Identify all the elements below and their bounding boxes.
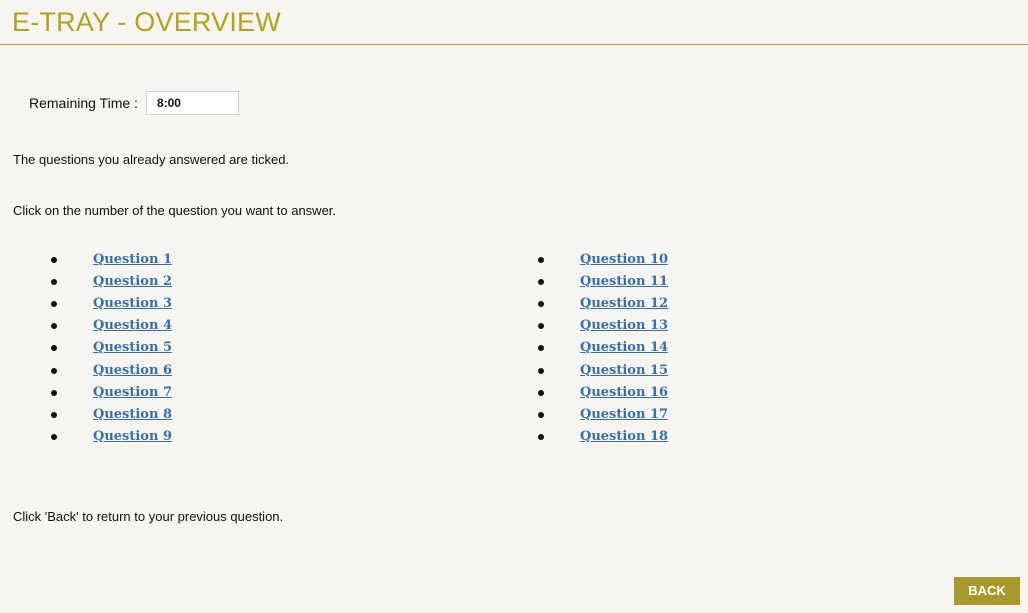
- page-header: E-TRAY - OVERVIEW: [0, 0, 1028, 45]
- question-4-link[interactable]: Question 4: [93, 318, 172, 334]
- question-17-link[interactable]: Question 17: [580, 407, 668, 423]
- list-item: Question 14: [538, 337, 668, 359]
- bullet-icon: [51, 323, 57, 330]
- list-item: Question 15: [538, 359, 668, 381]
- question-9-link[interactable]: Question 9: [93, 429, 172, 445]
- question-12-link[interactable]: Question 12: [580, 296, 668, 312]
- question-8-link[interactable]: Question 8: [93, 407, 172, 423]
- remaining-time: Remaining Time : 8:00: [29, 89, 239, 117]
- bullet-icon: [51, 367, 57, 374]
- list-item: Question 7: [51, 382, 172, 404]
- list-item: Question 3: [51, 293, 172, 315]
- answered-instruction: The questions you already answered are t…: [13, 152, 290, 167]
- list-item: Question 18: [538, 426, 668, 448]
- list-item: Question 9: [51, 426, 172, 448]
- question-16-link[interactable]: Question 16: [580, 385, 668, 401]
- bullet-icon: [538, 433, 544, 440]
- question-18-link[interactable]: Question 18: [580, 429, 668, 445]
- list-item: Question 1: [51, 249, 172, 271]
- back-button[interactable]: BACK: [954, 577, 1020, 605]
- bullet-icon: [538, 345, 544, 352]
- bullet-icon: [538, 301, 544, 308]
- bullet-icon: [51, 433, 57, 440]
- list-item: Question 5: [51, 337, 172, 359]
- bullet-icon: [51, 301, 57, 308]
- list-item: Question 2: [51, 271, 172, 293]
- list-item: Question 6: [51, 359, 172, 381]
- question-7-link[interactable]: Question 7: [93, 385, 172, 401]
- page-title: E-TRAY - OVERVIEW: [12, 7, 281, 37]
- bullet-icon: [51, 257, 57, 264]
- question-list-left: Question 1 Question 2 Question 3 Questio…: [51, 249, 172, 448]
- list-item: Question 4: [51, 315, 172, 337]
- question-5-link[interactable]: Question 5: [93, 340, 172, 356]
- list-item: Question 13: [538, 315, 668, 337]
- bullet-icon: [538, 367, 544, 374]
- question-1-link[interactable]: Question 1: [93, 252, 172, 268]
- remaining-time-value: 8:00: [145, 91, 239, 115]
- question-3-link[interactable]: Question 3: [93, 296, 172, 312]
- question-15-link[interactable]: Question 15: [580, 363, 668, 379]
- bullet-icon: [51, 345, 57, 352]
- bullet-icon: [538, 389, 544, 396]
- list-item: Question 16: [538, 382, 668, 404]
- question-6-link[interactable]: Question 6: [93, 363, 172, 379]
- back-instruction: Click 'Back' to return to your previous …: [13, 509, 284, 524]
- bullet-icon: [51, 279, 57, 286]
- remaining-time-label: Remaining Time :: [29, 95, 138, 111]
- list-item: Question 17: [538, 404, 668, 426]
- bullet-icon: [538, 257, 544, 264]
- list-item: Question 11: [538, 271, 668, 293]
- bullet-icon: [51, 389, 57, 396]
- question-list-right: Question 10 Question 11 Question 12 Ques…: [538, 249, 668, 448]
- bullet-icon: [538, 323, 544, 330]
- question-10-link[interactable]: Question 10: [580, 252, 668, 268]
- bullet-icon: [538, 411, 544, 418]
- bullet-icon: [538, 279, 544, 286]
- question-13-link[interactable]: Question 13: [580, 318, 668, 334]
- click-instruction: Click on the number of the question you …: [13, 203, 337, 218]
- bullet-icon: [51, 411, 57, 418]
- list-item: Question 12: [538, 293, 668, 315]
- list-item: Question 8: [51, 404, 172, 426]
- question-14-link[interactable]: Question 14: [580, 340, 668, 356]
- list-item: Question 10: [538, 249, 668, 271]
- question-2-link[interactable]: Question 2: [93, 274, 172, 290]
- question-11-link[interactable]: Question 11: [580, 274, 668, 290]
